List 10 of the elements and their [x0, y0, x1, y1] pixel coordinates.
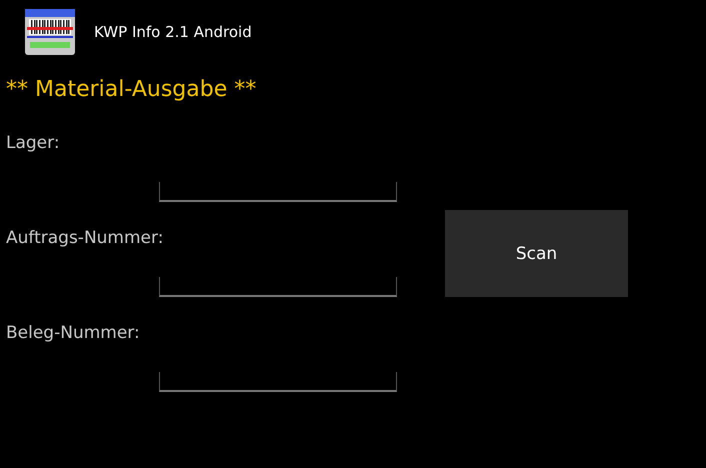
field-label: Auftrags-Nummer: [6, 227, 164, 249]
input-field[interactable] [159, 372, 397, 392]
barcode-scanner-icon [25, 9, 75, 55]
scan-button[interactable]: Scan [445, 210, 628, 297]
page-heading: ** Material-Ausgabe ** [5, 76, 258, 104]
field-label: Beleg-Nummer: [6, 322, 141, 344]
input-field[interactable] [159, 182, 397, 202]
app-title: KWP Info 2.1 Android [94, 23, 252, 41]
field-label: Lager: [6, 132, 61, 154]
input-field[interactable] [159, 277, 397, 297]
